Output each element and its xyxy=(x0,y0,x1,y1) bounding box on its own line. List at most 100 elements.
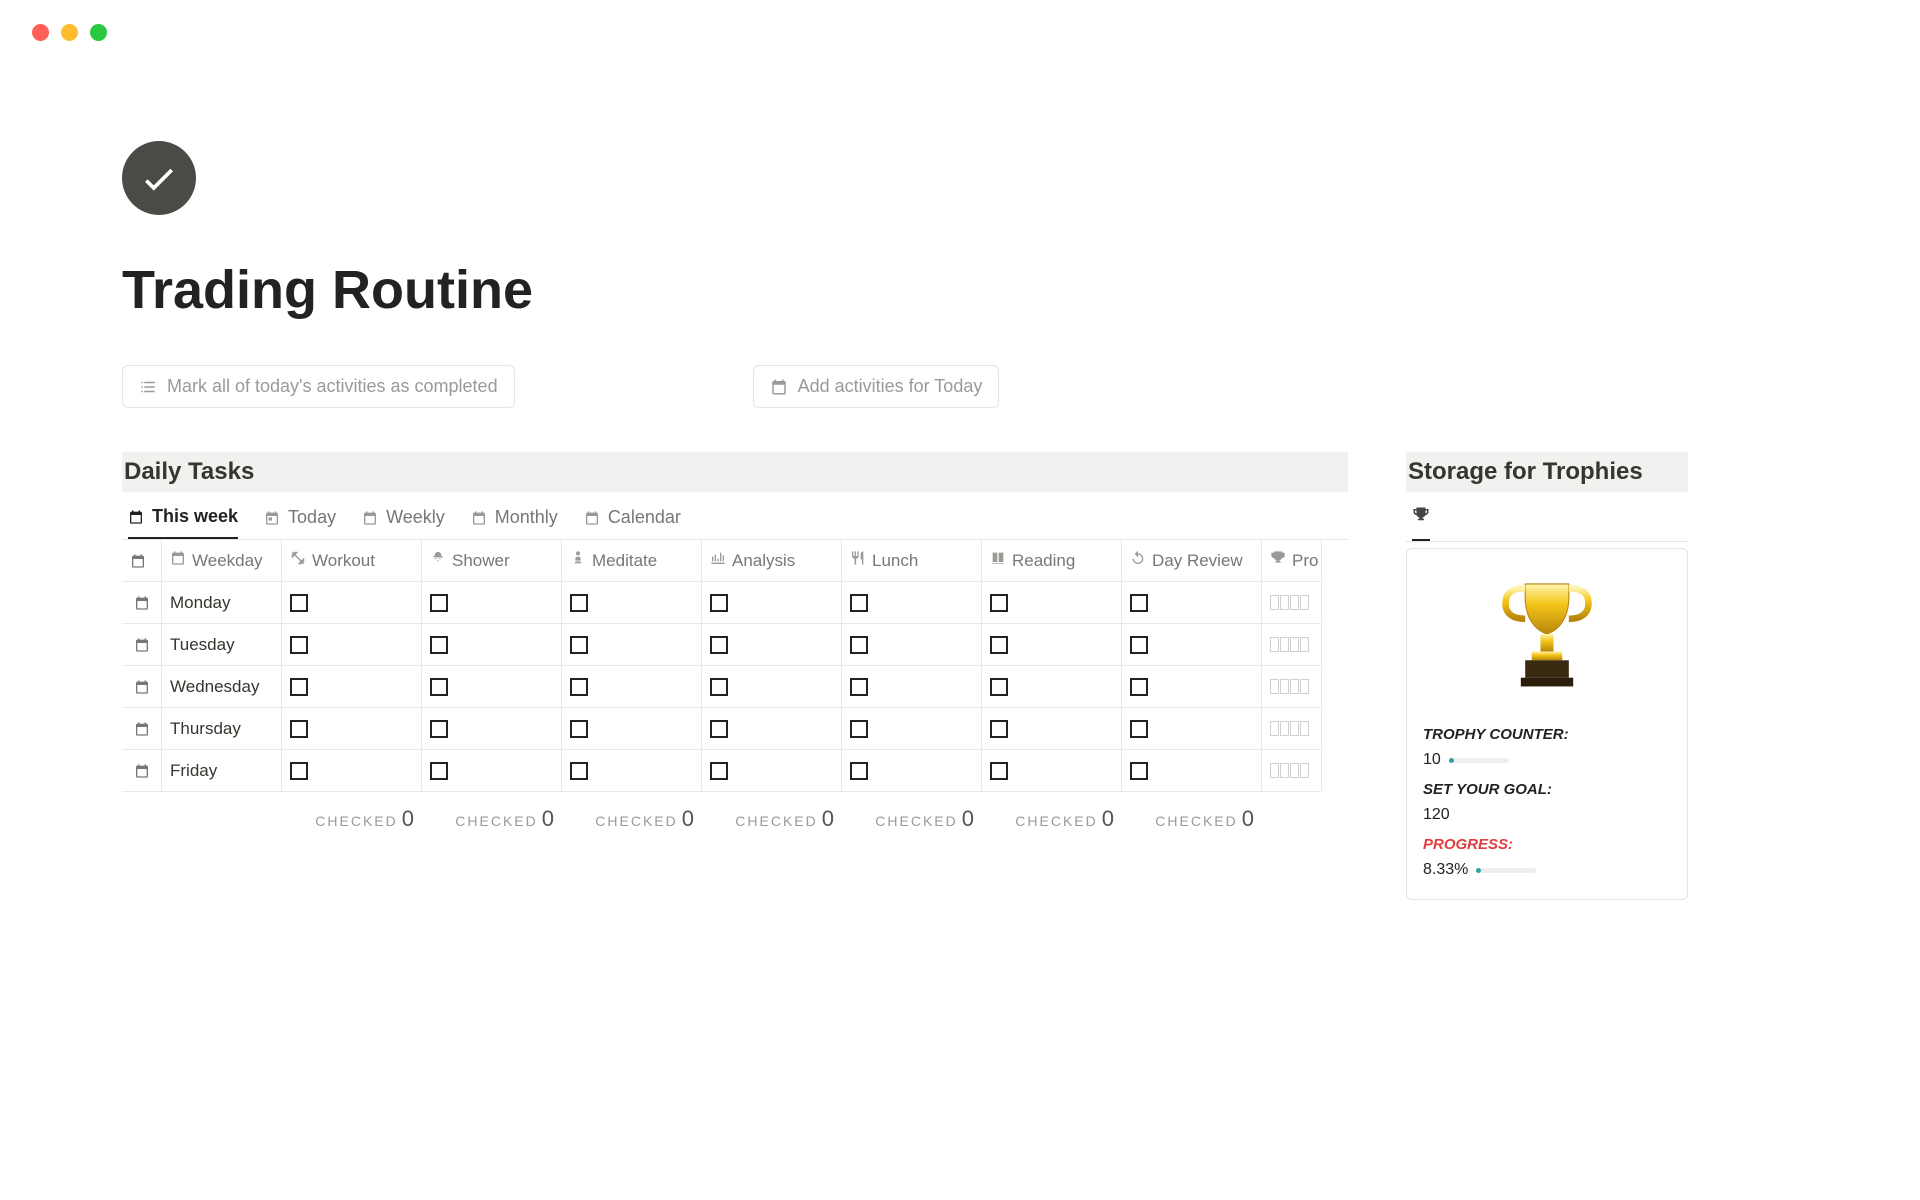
task-checkbox[interactable] xyxy=(710,594,728,612)
col-header[interactable]: Analysis xyxy=(702,540,842,582)
task-checkbox[interactable] xyxy=(290,762,308,780)
tab-this-week[interactable]: This week xyxy=(128,506,238,539)
weekday-cell[interactable]: Tuesday xyxy=(162,624,282,666)
trophy-counter-bar xyxy=(1449,758,1509,763)
task-checkbox[interactable] xyxy=(430,594,448,612)
task-checkbox[interactable] xyxy=(570,594,588,612)
progress-cell xyxy=(1262,582,1322,624)
trophy-card[interactable]: TROPHY COUNTER: 10 SET YOUR GOAL: 120 PR… xyxy=(1406,548,1688,900)
progress-mini-bar xyxy=(1270,763,1309,778)
col-header-label: Reading xyxy=(1012,551,1075,571)
col-header[interactable]: Shower xyxy=(422,540,562,582)
col-header[interactable]: Lunch xyxy=(842,540,982,582)
task-checkbox[interactable] xyxy=(290,720,308,738)
task-checkbox[interactable] xyxy=(990,720,1008,738)
task-cell xyxy=(422,624,562,666)
task-checkbox[interactable] xyxy=(990,762,1008,780)
task-checkbox[interactable] xyxy=(1130,594,1148,612)
task-checkbox[interactable] xyxy=(430,762,448,780)
progress-mini-bar xyxy=(1270,679,1309,694)
task-cell xyxy=(702,666,842,708)
task-checkbox[interactable] xyxy=(570,720,588,738)
row-handle[interactable] xyxy=(122,624,162,666)
maximize-window-icon[interactable] xyxy=(90,24,107,41)
task-checkbox[interactable] xyxy=(430,720,448,738)
window-controls xyxy=(0,0,1920,41)
task-cell xyxy=(422,582,562,624)
col-header[interactable]: Weekday xyxy=(162,540,282,582)
weekday-cell[interactable]: Monday xyxy=(162,582,282,624)
close-window-icon[interactable] xyxy=(32,24,49,41)
task-checkbox[interactable] xyxy=(290,678,308,696)
analysis-icon xyxy=(710,550,726,571)
task-cell xyxy=(1122,708,1262,750)
weekday-icon xyxy=(170,550,186,571)
tab-label: Weekly xyxy=(386,507,445,528)
checked-count: CHECKED0 xyxy=(842,792,982,832)
col-header-label: Weekday xyxy=(192,551,263,571)
task-checkbox[interactable] xyxy=(570,636,588,654)
checked-count: CHECKED0 xyxy=(282,792,422,832)
tab-weekly[interactable]: Weekly xyxy=(362,506,445,539)
task-cell xyxy=(282,666,422,708)
trophy-counter-value: 10 xyxy=(1423,751,1441,769)
tab-today[interactable]: Today xyxy=(264,506,336,539)
checked-count: CHECKED0 xyxy=(982,792,1122,832)
trophy-goal-value: 120 xyxy=(1423,806,1450,824)
task-cell xyxy=(982,750,1122,792)
row-handle[interactable] xyxy=(122,750,162,792)
mark-all-label: Mark all of today's activities as comple… xyxy=(167,376,498,397)
task-cell xyxy=(702,582,842,624)
task-checkbox[interactable] xyxy=(710,678,728,696)
col-header-label: Day Review xyxy=(1152,551,1243,571)
task-checkbox[interactable] xyxy=(1130,720,1148,738)
task-checkbox[interactable] xyxy=(850,594,868,612)
weekday-cell[interactable]: Friday xyxy=(162,750,282,792)
col-header[interactable]: Pro xyxy=(1262,540,1322,582)
task-checkbox[interactable] xyxy=(710,720,728,738)
task-checkbox[interactable] xyxy=(850,720,868,738)
tab-monthly[interactable]: Monthly xyxy=(471,506,558,539)
checked-count: CHECKED0 xyxy=(702,792,842,832)
task-checkbox[interactable] xyxy=(570,762,588,780)
task-checkbox[interactable] xyxy=(710,762,728,780)
row-handle[interactable] xyxy=(122,666,162,708)
row-handle[interactable] xyxy=(122,708,162,750)
task-cell xyxy=(842,750,982,792)
task-checkbox[interactable] xyxy=(850,762,868,780)
task-checkbox[interactable] xyxy=(990,678,1008,696)
task-checkbox[interactable] xyxy=(850,636,868,654)
calendar-week-icon xyxy=(362,510,378,526)
task-cell xyxy=(282,708,422,750)
task-cell xyxy=(702,708,842,750)
weekday-cell[interactable]: Wednesday xyxy=(162,666,282,708)
task-checkbox[interactable] xyxy=(570,678,588,696)
col-header[interactable]: Meditate xyxy=(562,540,702,582)
add-activities-today-button[interactable]: Add activities for Today xyxy=(753,365,1000,408)
task-checkbox[interactable] xyxy=(430,678,448,696)
task-checkbox[interactable] xyxy=(850,678,868,696)
task-checkbox[interactable] xyxy=(710,636,728,654)
task-checkbox[interactable] xyxy=(430,636,448,654)
task-checkbox[interactable] xyxy=(290,636,308,654)
tab-calendar[interactable]: Calendar xyxy=(584,506,681,539)
daily-tasks-heading: Daily Tasks xyxy=(122,452,1348,492)
task-checkbox[interactable] xyxy=(1130,678,1148,696)
add-activities-label: Add activities for Today xyxy=(798,376,983,397)
weekday-cell[interactable]: Thursday xyxy=(162,708,282,750)
trophy-progress-bar xyxy=(1476,868,1536,873)
task-cell xyxy=(562,750,702,792)
col-header[interactable]: Reading xyxy=(982,540,1122,582)
task-checkbox[interactable] xyxy=(990,594,1008,612)
task-checkbox[interactable] xyxy=(990,636,1008,654)
minimize-window-icon[interactable] xyxy=(61,24,78,41)
trophy-progress-value: 8.33% xyxy=(1423,861,1468,879)
col-header[interactable]: Day Review xyxy=(1122,540,1262,582)
mark-all-completed-button[interactable]: Mark all of today's activities as comple… xyxy=(122,365,515,408)
col-header[interactable]: Workout xyxy=(282,540,422,582)
trophy-tab[interactable] xyxy=(1412,506,1430,541)
task-checkbox[interactable] xyxy=(1130,636,1148,654)
task-checkbox[interactable] xyxy=(290,594,308,612)
row-handle[interactable] xyxy=(122,582,162,624)
task-checkbox[interactable] xyxy=(1130,762,1148,780)
